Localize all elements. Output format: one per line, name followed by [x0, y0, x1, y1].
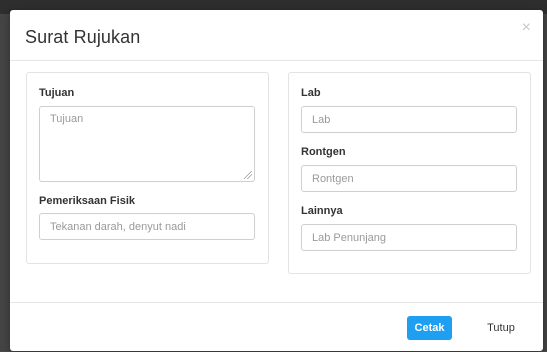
lainnya-label: Lainnya: [301, 205, 343, 217]
resize-grip-icon[interactable]: [244, 171, 252, 179]
cetak-button[interactable]: Cetak: [407, 316, 452, 340]
right-panel: Lab Rontgen Lainnya: [288, 72, 531, 274]
left-panel: Tujuan Pemeriksaan Fisik: [26, 72, 269, 264]
tutup-button[interactable]: Tutup: [478, 316, 524, 340]
modal-header: Surat Rujukan ×: [10, 10, 543, 61]
modal-footer: Cetak Tutup: [10, 302, 543, 352]
rontgen-field[interactable]: [301, 165, 517, 192]
tujuan-label: Tujuan: [39, 87, 75, 99]
rontgen-label: Rontgen: [301, 146, 346, 158]
pemeriksaan-fisik-label: Pemeriksaan Fisik: [39, 195, 136, 207]
lab-field[interactable]: [301, 106, 517, 133]
close-icon[interactable]: ×: [522, 20, 531, 36]
lainnya-field[interactable]: [301, 224, 517, 251]
lab-label: Lab: [301, 87, 321, 99]
tujuan-field[interactable]: [39, 106, 255, 182]
modal-title: Surat Rujukan: [25, 27, 141, 47]
pemeriksaan-fisik-field[interactable]: [39, 213, 255, 240]
surat-rujukan-modal: Surat Rujukan × Tujuan Pemeriksaan Fisik…: [10, 10, 543, 351]
